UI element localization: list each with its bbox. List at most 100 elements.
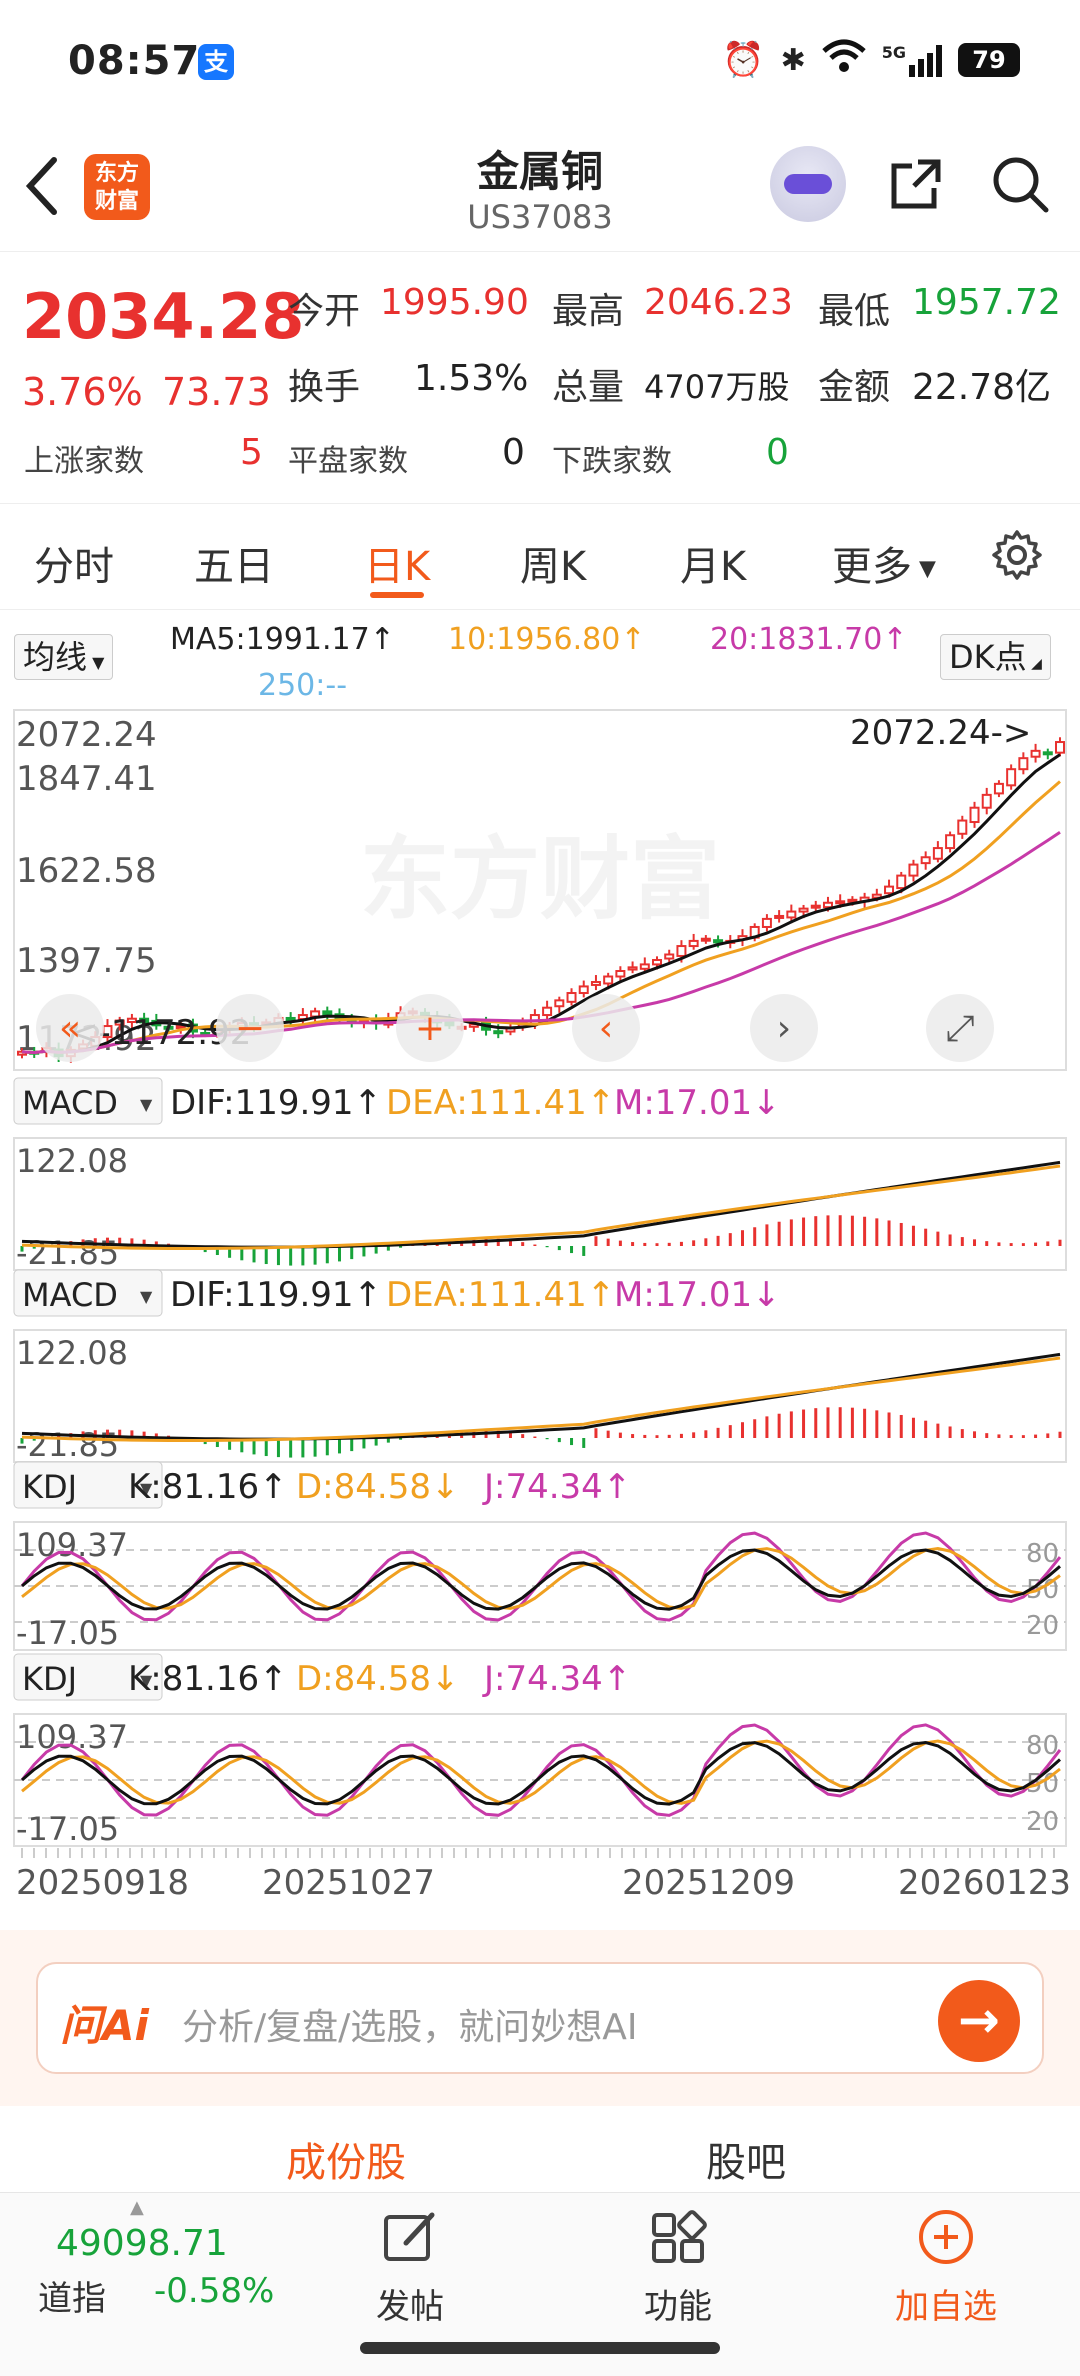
index-name[interactable]: 道指 [38,2271,106,2320]
candle-body [884,885,895,895]
gear-icon[interactable] [990,528,1044,582]
kdj-y-tick: 109.37 [16,1526,128,1564]
kdj-select-label: KDJ [22,1660,77,1698]
flat-count-value: 0 [502,432,525,473]
tab-monthly-k[interactable]: 月K [680,534,746,592]
amount-label: 金额 [818,367,891,408]
status-bar: 08:57 支 ⏰ ✱ 5G 79 [0,0,1080,120]
alipay-icon: 支 [198,44,234,80]
candle-body [615,970,626,978]
kdj-select-label: KDJ [22,1468,77,1506]
index-change[interactable]: -0.58% [154,2271,274,2311]
macd-value: DEA:111.41↑ [386,1083,615,1123]
candle-body [761,917,772,928]
candle-body [664,953,675,960]
low-label: 最低 [818,291,891,332]
change-amount: 73.73 [162,370,271,414]
share-icon[interactable] [888,156,944,212]
high-value: 2046.23 [644,282,793,323]
index-value[interactable]: 49098.71 [56,2223,228,2264]
open-label: 今开 [288,291,361,332]
candle-body [1018,757,1029,771]
low-value: 1957.72 [912,282,1061,323]
search-icon[interactable] [990,154,1050,214]
macd-y-tick: -21.85 [16,1426,119,1464]
candle-body [700,937,711,942]
kdj-value: K:81.16↑ [128,1659,288,1699]
candle-body [1055,741,1065,754]
down-count-label: 下跌家数 [552,444,672,479]
volume-value: 4707万股 [644,368,790,406]
tab-five-day[interactable]: 五日 [194,534,274,592]
period-tabs: 分时 五日 日K 周K 月K 更多 ▼ [0,504,1080,610]
dea-line [21,1164,1061,1250]
add-watchlist-label: 加自选 [895,2287,997,2327]
tab-constituents[interactable]: 成份股 [286,2130,406,2188]
grid-icon [648,2207,708,2267]
candle-body [652,958,663,966]
crosshair-icon: + [415,1008,445,1049]
macd-value: M:17.01↓ [614,1083,781,1123]
turnover-label: 换手 [288,367,361,408]
chevron-down-icon: ▼ [912,556,936,582]
high-annotation: 2072.24-> [850,713,1031,753]
y-tick-label: 1622.58 [16,851,157,891]
macd-y-tick: 122.08 [16,1142,128,1180]
fast-back-icon: « [59,1008,81,1049]
candle-body [810,904,821,909]
alarm-icon: ⏰ [722,40,765,80]
candle-body [639,963,650,970]
candle-body [713,939,724,944]
candle-body [774,914,785,919]
candle-body [835,900,846,905]
arrow-right-icon[interactable]: → [938,1980,1020,2062]
quote-panel: 2034.28 3.76% 73.73 今开 1995.90 最高 2046.2… [0,252,1080,504]
tab-more[interactable]: 更多 ▼ [832,534,936,592]
macd-select-label: MACD [22,1084,118,1122]
candle-body [1030,749,1041,758]
header: 东方 财富 金属铜 US37083 [0,120,1080,252]
candle-body [932,847,943,860]
macd-select-label: MACD [22,1276,118,1314]
up-count-label: 上涨家数 [24,444,144,479]
candle-body [847,898,858,903]
kdj-y-tick: -17.05 [16,1810,119,1848]
signal-icon: 5G [882,43,942,77]
tab-daily-k[interactable]: 日K [364,534,430,592]
tab-forum[interactable]: 股吧 [706,2130,786,2188]
macd-frame [13,1137,1067,1271]
candle-body [957,819,968,835]
zoom-out-icon: − [235,1008,265,1049]
post-label: 发帖 [376,2287,444,2327]
down-count-value: 0 [766,432,789,473]
kline-chart[interactable]: 东方财富2072.241847.411622.581397.751172.922… [0,610,1080,1930]
open-value: 1995.90 [380,282,529,323]
candle-body [786,910,797,919]
dea-line [21,1356,1061,1442]
candle-body [798,907,809,913]
candle-body [981,793,992,809]
candle-body [590,981,601,986]
kdj-ref-label: 20 [1026,1807,1059,1837]
tab-intraday[interactable]: 分时 [34,534,114,592]
candle-body [676,945,687,957]
up-count-value: 5 [240,432,263,473]
candle-body [554,999,565,1008]
high-label: 最高 [552,291,625,332]
candle-body [627,966,638,971]
y-tick-label: 1847.41 [16,759,157,799]
status-time: 08:57 [68,38,201,84]
system-icons: ⏰ ✱ 5G 79 [722,39,1020,80]
candle-body [603,975,614,985]
prev-icon: ‹ [599,1008,613,1049]
macd-y-tick: -21.85 [16,1234,119,1272]
y-tick-label: 1397.75 [16,941,157,981]
ai-logo: 问Ai [60,2001,149,2050]
candle-body [542,1006,553,1017]
home-indicator [360,2342,720,2354]
tab-weekly-k[interactable]: 周K [520,534,586,592]
active-tab-indicator [370,592,424,598]
caret-up-icon: ▲ [130,2197,144,2218]
ai-robot-icon[interactable] [770,146,846,222]
ai-input-box[interactable]: 问Ai 分析/复盘/选股，就问妙想AI → [36,1962,1044,2074]
